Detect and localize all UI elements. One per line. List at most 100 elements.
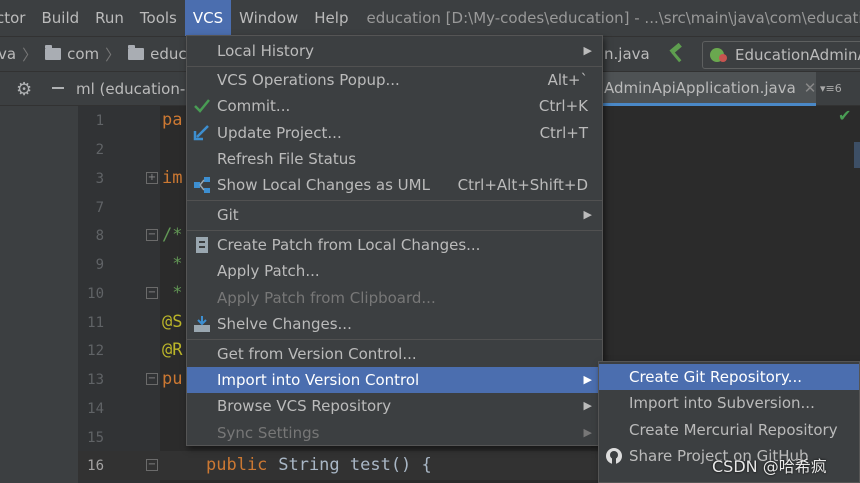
- submenu-arrow-icon: ▶: [583, 208, 592, 221]
- chevron-right-icon: 〉: [105, 45, 121, 64]
- line-number: 1: [95, 113, 104, 129]
- tab-admin-api-application[interactable]: AdminApiApplication.java ✕: [600, 72, 816, 106]
- menu-item-create-git-repository[interactable]: Create Git Repository...: [599, 364, 859, 390]
- menu-item-label: Create Git Repository...: [629, 368, 802, 386]
- menu-window[interactable]: Window: [231, 0, 306, 36]
- vcs-dropdown-menu: Local History ▶ VCS Operations Popup... …: [186, 35, 603, 446]
- menu-item-label: Sync Settings: [217, 424, 320, 442]
- menu-item-import-into-subversion[interactable]: Import into Subversion...: [599, 390, 859, 416]
- breadcrumb-com[interactable]: com 〉: [37, 44, 120, 65]
- menu-item-label: Shelve Changes...: [217, 315, 352, 333]
- submenu-arrow-icon: ▶: [583, 399, 592, 412]
- build-hammer-icon[interactable]: [666, 43, 688, 65]
- shortcut-label: Alt+`: [547, 71, 588, 89]
- shelve-icon: [194, 316, 210, 332]
- uml-icon: [194, 177, 210, 193]
- hide-icon[interactable]: [52, 87, 64, 89]
- fold-collapse-icon[interactable]: −: [146, 459, 158, 471]
- menu-item-label: Git: [217, 206, 239, 224]
- menu-item-label: VCS Operations Popup...: [217, 71, 400, 89]
- check-icon: [194, 99, 210, 113]
- line-number: 11: [87, 315, 104, 331]
- fold-expand-icon[interactable]: +: [146, 172, 158, 184]
- menu-item-shelve-changes[interactable]: Shelve Changes...: [187, 311, 602, 337]
- menu-separator: [187, 230, 602, 231]
- menu-tools[interactable]: Tools: [132, 0, 185, 36]
- window-title: education [D:\My-codes\education] - ...\…: [366, 9, 860, 27]
- menu-run[interactable]: Run: [87, 0, 132, 36]
- code-text: @R: [162, 340, 183, 360]
- shortcut-label: Ctrl+K: [538, 97, 588, 115]
- code-text: *: [162, 254, 183, 274]
- line-number: 15: [87, 430, 104, 446]
- menu-item-refresh-file-status[interactable]: Refresh File Status: [187, 146, 602, 172]
- menu-refactor[interactable]: ctor: [0, 0, 33, 36]
- menu-item-show-local-changes-uml[interactable]: Show Local Changes as UML Ctrl+Alt+Shift…: [187, 172, 602, 198]
- menu-item-label: Get from Version Control...: [217, 345, 417, 363]
- shortcut-label: Ctrl+Alt+Shift+D: [457, 176, 588, 194]
- menu-separator: [187, 200, 602, 201]
- menu-vcs[interactable]: VCS: [184, 0, 232, 36]
- menu-item-create-mercurial-repository[interactable]: Create Mercurial Repository: [599, 417, 859, 443]
- project-module-label: ml (education-a: [76, 80, 195, 98]
- patch-icon: [196, 237, 208, 253]
- breadcrumb-label: com: [67, 45, 100, 63]
- menu-item-update-project[interactable]: Update Project... Ctrl+T: [187, 120, 602, 146]
- scrollbar-marker[interactable]: [854, 142, 860, 168]
- menu-bar: ctor Build Run Tools VCS Window Help edu…: [0, 0, 860, 36]
- menu-item-import-into-vcs[interactable]: Import into Version Control ▶: [187, 367, 602, 393]
- menu-item-get-from-vcs[interactable]: Get from Version Control...: [187, 341, 602, 367]
- menu-item-label: Local History: [217, 42, 315, 60]
- menu-item-git[interactable]: Git ▶: [187, 202, 602, 228]
- folder-icon: [128, 45, 145, 60]
- menu-item-label: Browse VCS Repository: [217, 397, 392, 415]
- menu-build[interactable]: Build: [33, 0, 87, 36]
- line-number: 2: [95, 142, 104, 158]
- menu-item-label: Update Project...: [217, 124, 342, 142]
- menu-item-label: Apply Patch from Clipboard...: [217, 289, 436, 307]
- menu-item-label: Apply Patch...: [217, 262, 320, 280]
- more-tabs-button[interactable]: ▾≡6: [820, 82, 842, 95]
- menu-item-vcs-operations-popup[interactable]: VCS Operations Popup... Alt+`: [187, 67, 602, 93]
- code-text: /*: [162, 225, 183, 245]
- close-icon[interactable]: ✕: [804, 79, 817, 97]
- line-number: 12: [87, 343, 104, 359]
- gear-icon[interactable]: ⚙: [16, 79, 32, 100]
- menu-item-label: Import into Version Control: [217, 371, 420, 389]
- breadcrumb-label: va: [0, 45, 17, 63]
- line-number: 8: [95, 228, 104, 244]
- menu-item-apply-patch-clipboard: Apply Patch from Clipboard...: [187, 285, 602, 311]
- line-number: 9: [95, 257, 104, 273]
- github-icon: [606, 448, 622, 464]
- menu-item-create-patch[interactable]: Create Patch from Local Changes...: [187, 232, 602, 258]
- spring-boot-icon: [709, 46, 729, 64]
- code-keyword: public: [206, 455, 268, 475]
- menu-item-label: Show Local Changes as UML: [217, 176, 430, 194]
- fold-collapse-icon[interactable]: −: [146, 373, 158, 385]
- run-configuration-selector[interactable]: EducationAdminA: [702, 41, 860, 69]
- line-number: 7: [95, 200, 104, 216]
- submenu-arrow-icon: ▶: [583, 44, 592, 57]
- menu-item-local-history[interactable]: Local History ▶: [187, 38, 602, 64]
- menu-item-browse-vcs-repository[interactable]: Browse VCS Repository ▶: [187, 393, 602, 419]
- menu-separator: [187, 339, 602, 340]
- line-number: 16: [87, 458, 104, 474]
- folder-icon: [45, 45, 62, 60]
- menu-item-apply-patch[interactable]: Apply Patch...: [187, 258, 602, 284]
- menu-item-label: Import into Subversion...: [629, 394, 815, 412]
- menu-help[interactable]: Help: [306, 0, 356, 36]
- line-number: 14: [87, 401, 104, 417]
- menu-item-label: Create Mercurial Repository: [629, 421, 838, 439]
- more-tabs-count: 6: [834, 82, 842, 95]
- breadcrumb-file[interactable]: n.java: [604, 45, 650, 63]
- menu-item-commit[interactable]: Commit... Ctrl+K: [187, 93, 602, 119]
- breadcrumb-java[interactable]: va 〉: [0, 44, 37, 65]
- menu-item-sync-settings: Sync Settings ▶: [187, 420, 602, 446]
- fold-collapse-icon[interactable]: −: [146, 229, 158, 241]
- update-arrow-icon: [193, 125, 209, 141]
- menu-item-label: Create Patch from Local Changes...: [217, 236, 481, 254]
- chevron-right-icon: 〉: [22, 45, 38, 64]
- menu-item-label: Commit...: [217, 97, 291, 115]
- fold-collapse-icon[interactable]: −: [146, 287, 158, 299]
- no-problems-check-icon: ✔: [838, 106, 852, 125]
